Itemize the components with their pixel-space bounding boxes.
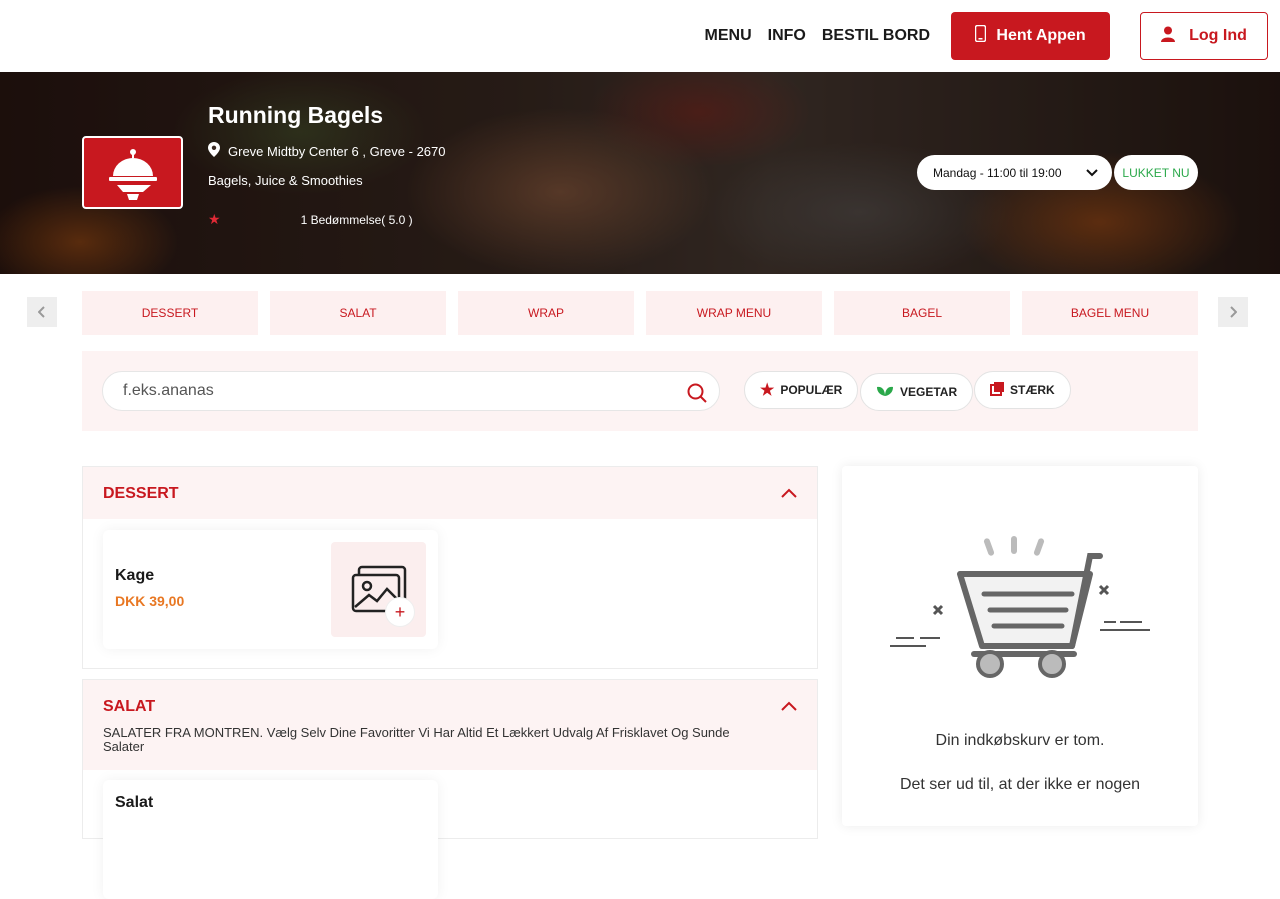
star-icon: ★ — [208, 211, 221, 227]
tab-bagel-menu[interactable]: BAGEL MENU — [1022, 291, 1198, 335]
chevron-up-icon[interactable] — [781, 485, 797, 503]
top-nav: MENU INFO BESTIL BORD Hent Appen Log Ind — [0, 0, 1280, 72]
section-header[interactable]: SALAT SALATER FRA MONTREN. Vælg Selv Din… — [83, 680, 817, 770]
tab-wrap[interactable]: WRAP — [458, 291, 634, 335]
empty-cart-icon — [890, 534, 1152, 687]
search-input[interactable] — [123, 382, 663, 400]
tabs-prev-button[interactable] — [27, 297, 57, 327]
chevron-up-icon[interactable] — [781, 698, 797, 716]
chili-icon — [990, 381, 1004, 399]
nav-book-table-link[interactable]: BESTIL BORD — [822, 27, 930, 45]
star-icon: ★ — [760, 382, 775, 399]
open-status-badge: LUKKET NU — [1114, 155, 1198, 190]
login-label: Log Ind — [1189, 27, 1247, 44]
menu-section-salat: SALAT SALATER FRA MONTREN. Vælg Selv Din… — [82, 679, 818, 899]
menu-item-card[interactable]: Salat — [103, 780, 438, 899]
nav-info-link[interactable]: INFO — [768, 27, 806, 45]
get-app-button[interactable]: Hent Appen — [951, 12, 1110, 60]
filter-spicy-label: STÆRK — [1010, 383, 1055, 397]
chevron-down-icon — [1086, 166, 1098, 180]
filter-vegetarian[interactable]: VEGETAR — [860, 373, 974, 411]
empty-cart-title: Din indkøbskurv er tom. — [935, 732, 1105, 749]
search-box — [102, 371, 720, 411]
filter-popular-label: POPULÆR — [780, 383, 843, 397]
empty-cart-subtitle: Det ser ud til, at der ikke er nogen — [899, 776, 1141, 793]
filter-popular[interactable]: ★ POPULÆR — [744, 371, 859, 409]
filter-vegetarian-label: VEGETAR — [900, 385, 958, 399]
search-icon[interactable] — [687, 383, 707, 408]
nav-menu-link[interactable]: MENU — [705, 27, 752, 45]
section-description: SALATER FRA MONTREN. Vælg Selv Dine Favo… — [103, 725, 730, 754]
item-name: Kage — [115, 567, 155, 584]
menu-item-card[interactable]: Kage DKK 39,00 + — [103, 530, 438, 649]
tabs-next-button[interactable] — [1218, 297, 1248, 327]
tab-wrap-menu[interactable]: WRAP MENU — [646, 291, 822, 335]
restaurant-name: Running Bagels — [208, 102, 384, 128]
chevron-right-icon — [1230, 306, 1237, 318]
restaurant-rating: ★ 1 Bedømmelse( 5.0 ) — [208, 211, 413, 228]
get-app-label: Hent Appen — [996, 27, 1086, 44]
tab-bagel[interactable]: BAGEL — [834, 291, 1010, 335]
search-filter-panel: ★ POPULÆR VEGETAR STÆRK — [82, 351, 1198, 431]
leaf-icon — [876, 385, 894, 400]
hours-text: Mandag - 11:00 til 19:00 — [933, 165, 1062, 180]
tab-dessert[interactable]: DESSERT — [82, 291, 258, 335]
item-name: Salat — [115, 794, 154, 811]
add-to-cart-button[interactable]: + — [385, 597, 415, 627]
restaurant-address: Greve Midtby Center 6 , Greve - 2670 — [208, 142, 445, 160]
login-button[interactable]: Log Ind — [1140, 12, 1268, 60]
section-title: SALAT — [103, 698, 156, 715]
item-image-placeholder — [331, 542, 426, 637]
rating-text: 1 Bedømmelse( 5.0 ) — [300, 212, 413, 227]
filter-spicy[interactable]: STÆRK — [974, 371, 1071, 409]
restaurant-hero: Running Bagels Greve Midtby Center 6 , G… — [0, 72, 1280, 274]
item-price: DKK 39,00 — [115, 593, 185, 609]
category-tabs: DESSERT SALAT WRAP WRAP MENU BAGEL BAGEL… — [0, 274, 1280, 350]
address-text: Greve Midtby Center 6 , Greve - 2670 — [228, 143, 446, 159]
menu-section-dessert: DESSERT Kage DKK 39,00 + — [82, 466, 818, 669]
cloche-icon — [108, 148, 157, 200]
section-header[interactable]: DESSERT — [83, 467, 817, 519]
user-icon — [1161, 26, 1176, 47]
chevron-left-icon — [38, 306, 45, 318]
shopping-cart-panel: Din indkøbskurv er tom. Det ser ud til, … — [842, 466, 1198, 826]
restaurant-categories: Bagels, Juice & Smoothies — [208, 173, 363, 188]
tab-salat[interactable]: SALAT — [270, 291, 446, 335]
location-pin-icon — [208, 142, 220, 160]
restaurant-logo — [82, 136, 183, 209]
opening-hours-dropdown[interactable]: Mandag - 11:00 til 19:00 — [917, 155, 1112, 190]
section-title: DESSERT — [103, 485, 179, 502]
phone-icon — [975, 24, 987, 47]
